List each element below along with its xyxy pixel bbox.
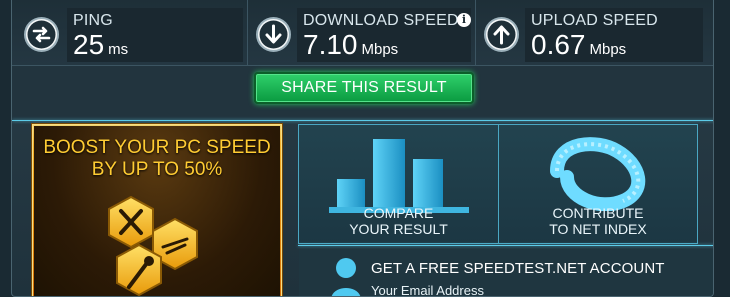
ping-box: PING 25 ms (67, 8, 243, 62)
download-unit: Mbps (361, 41, 399, 58)
stats-bar: PING 25 ms DOWNLOAD SPEED i 7.10 Mbps UP… (12, 0, 713, 66)
upload-stat: UPLOAD SPEED 0.67 Mbps (476, 0, 713, 66)
download-value: 7.10 (303, 29, 358, 60)
share-result-button[interactable]: SHARE THIS RESULT (254, 72, 474, 104)
upload-unit: Mbps (589, 41, 627, 58)
arrow-up-icon (486, 19, 517, 50)
ping-label: PING (73, 12, 113, 29)
arrow-down-icon (258, 19, 289, 50)
download-label: DOWNLOAD SPEED (303, 12, 459, 29)
upload-value: 0.67 (531, 29, 586, 60)
contribute-tile[interactable]: CONTRIBUTE TO NET INDEX (498, 124, 698, 244)
glow-divider (12, 120, 713, 121)
account-signup: GET A FREE SPEEDTEST.NET ACCOUNT (299, 250, 713, 296)
upload-box: UPLOAD SPEED 0.67 Mbps (525, 8, 703, 62)
contribute-line2: TO NET INDEX (549, 221, 647, 237)
upload-value-row: 0.67 Mbps (531, 29, 626, 61)
ping-stat: PING 25 ms (12, 0, 248, 66)
account-title: GET A FREE SPEEDTEST.NET ACCOUNT (371, 260, 665, 277)
ping-value-row: 25 ms (73, 29, 128, 61)
user-avatar-icon (331, 258, 361, 296)
ping-value: 25 (73, 29, 105, 60)
tools-hexagon-icon (108, 195, 198, 296)
contribute-label: CONTRIBUTE TO NET INDEX (499, 205, 697, 237)
boost-title: BOOST YOUR PC SPEED BY UP TO 50% (33, 137, 281, 181)
boost-title-line1: BOOST YOUR PC SPEED (43, 137, 271, 158)
compare-label: COMPARE YOUR RESULT (299, 205, 498, 237)
contribute-line1: CONTRIBUTE (552, 205, 644, 221)
swap-arrows-icon (26, 19, 57, 50)
ribbon-loop-icon (550, 137, 646, 211)
download-box: DOWNLOAD SPEED i 7.10 Mbps (297, 8, 471, 62)
boost-title-line2: BY UP TO 50% (91, 159, 223, 180)
info-icon[interactable]: i (457, 13, 471, 27)
ping-unit: ms (108, 41, 129, 58)
boost-pc-ad[interactable]: BOOST YOUR PC SPEED BY UP TO 50% (32, 124, 282, 296)
download-stat: DOWNLOAD SPEED i 7.10 Mbps (248, 0, 476, 66)
email-field[interactable] (371, 280, 591, 296)
share-row: SHARE THIS RESULT (12, 66, 713, 120)
compare-line2: YOUR RESULT (349, 221, 448, 237)
bar-chart-icon (329, 139, 469, 213)
tile-divider (298, 245, 713, 246)
compare-result-tile[interactable]: COMPARE YOUR RESULT (298, 124, 499, 244)
download-value-row: 7.10 Mbps (303, 29, 398, 61)
compare-line1: COMPARE (363, 205, 434, 221)
upload-label: UPLOAD SPEED (531, 12, 658, 29)
speedtest-result-panel: PING 25 ms DOWNLOAD SPEED i 7.10 Mbps UP… (11, 0, 714, 297)
